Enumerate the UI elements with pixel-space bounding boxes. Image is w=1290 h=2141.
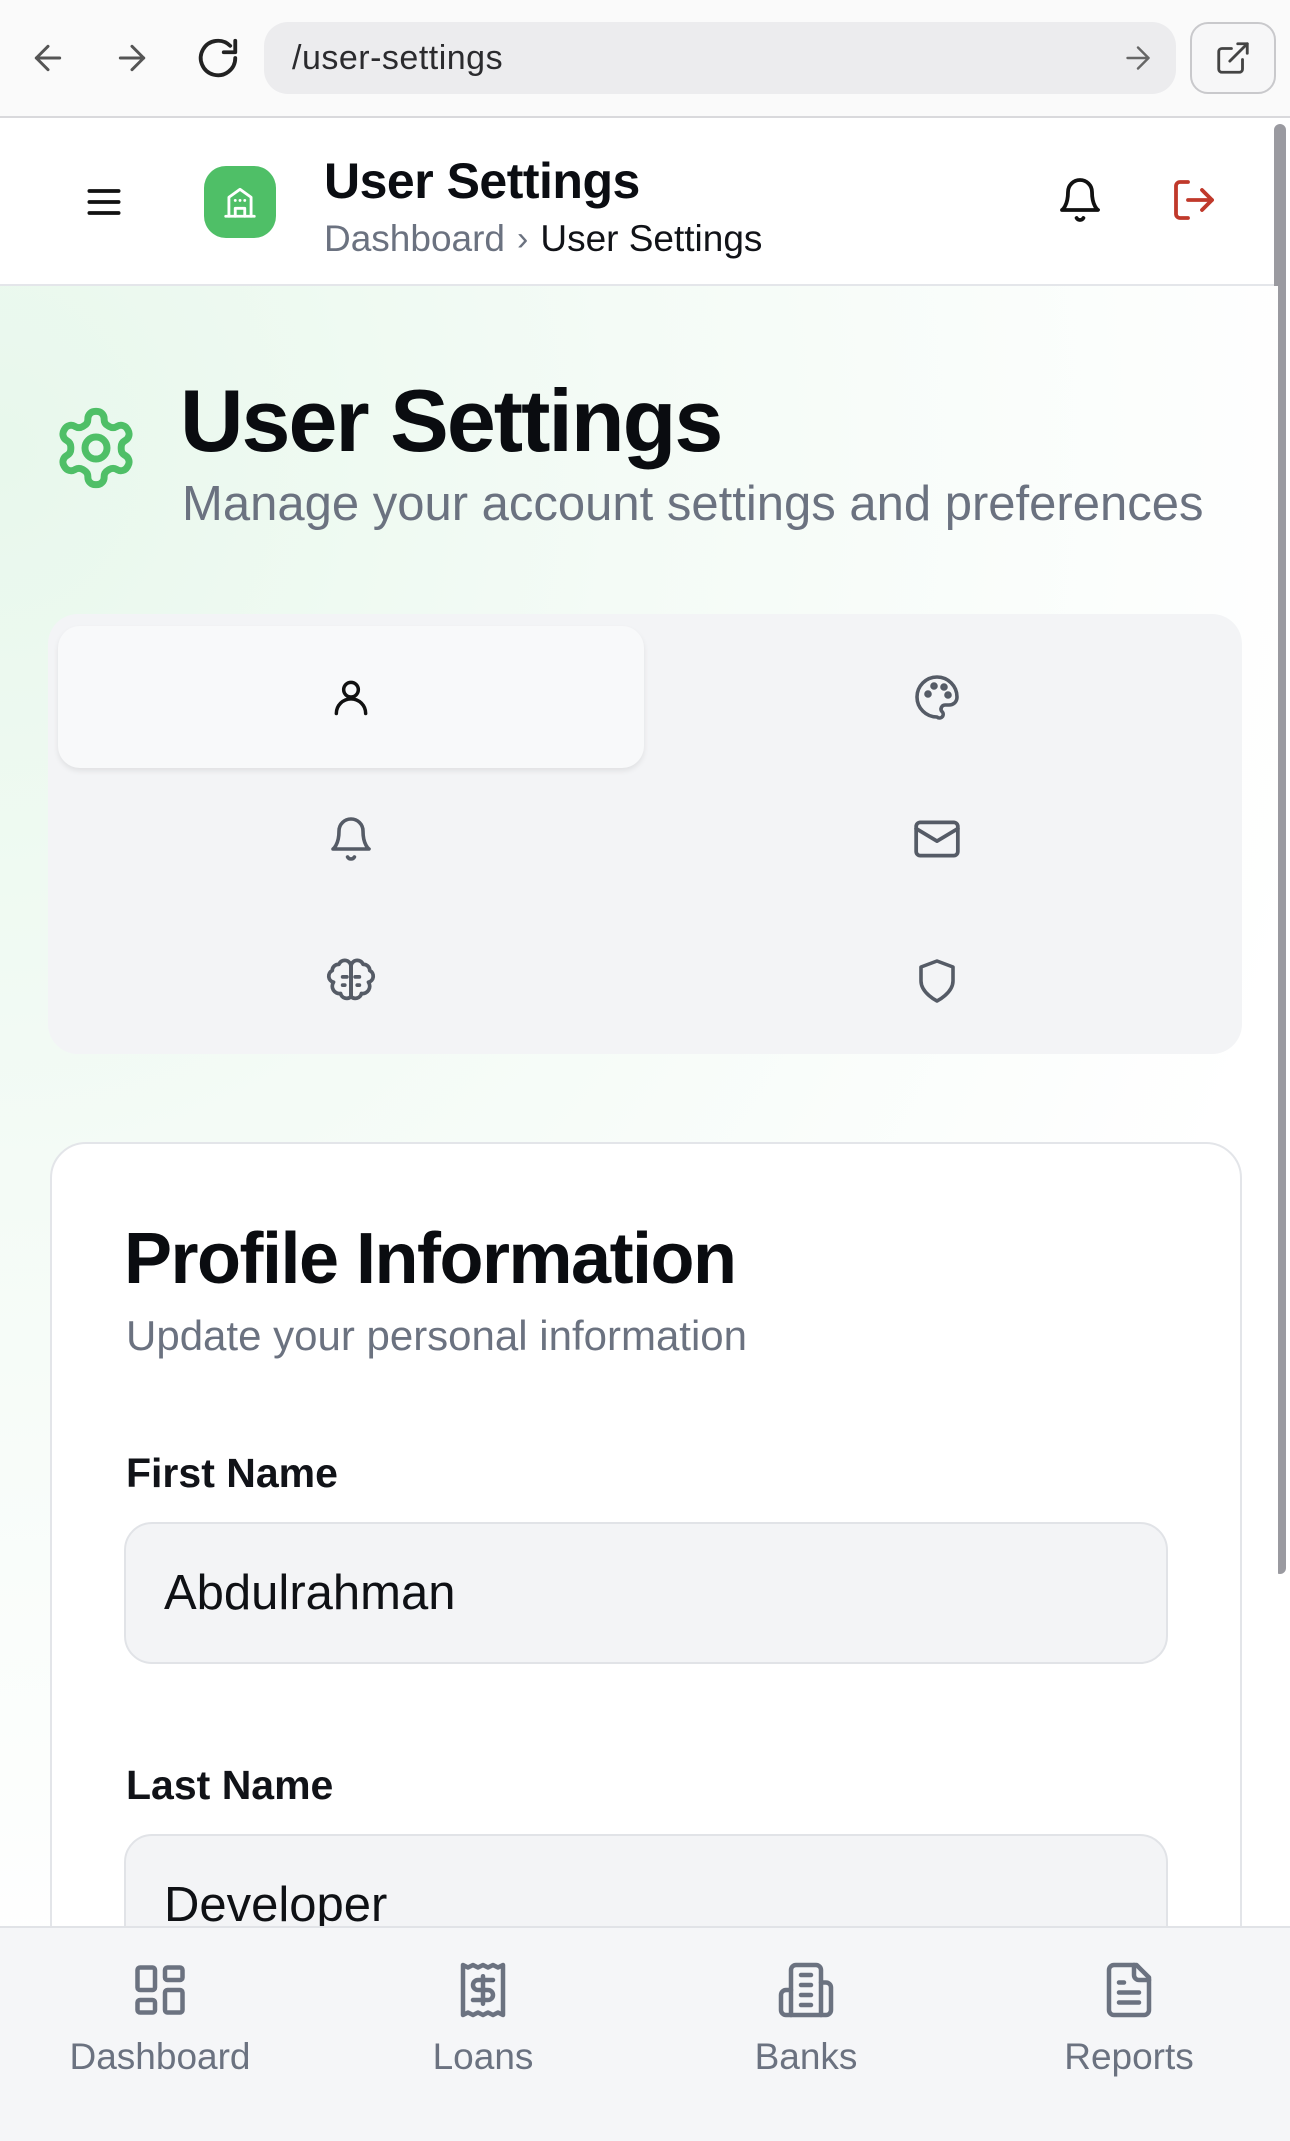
tab-security[interactable] [644, 910, 1230, 1052]
tab-email[interactable] [644, 768, 1230, 910]
nav-reports[interactable]: Reports [1009, 1960, 1249, 2110]
reload-button[interactable] [190, 30, 246, 86]
settings-tabs [48, 614, 1242, 1054]
tab-profile[interactable] [58, 626, 644, 768]
nav-loans-label: Loans [432, 2036, 534, 2077]
forward-button[interactable] [104, 30, 160, 86]
menu-button[interactable] [76, 174, 132, 230]
shield-icon [919, 959, 955, 1003]
nav-dashboard[interactable]: Dashboard [40, 1960, 280, 2110]
tab-appearance[interactable] [644, 626, 1230, 768]
nav-dashboard-label: Dashboard [69, 2036, 251, 2077]
breadcrumb-separator: › [517, 219, 529, 258]
receipt-dollar-icon [460, 1962, 506, 2018]
bottom-navigation: Dashboard Loans Banks Reports [0, 1926, 1290, 2141]
bell-icon [1060, 178, 1100, 222]
breadcrumb: Dashboard › User Settings [324, 218, 762, 260]
user-icon [334, 680, 368, 716]
notifications-button[interactable] [1050, 170, 1110, 230]
first-name-field[interactable] [124, 1522, 1168, 1664]
main-content: User Settings Manage your account settin… [0, 286, 1278, 1926]
nav-banks-label: Banks [754, 2036, 858, 2077]
palette-icon [915, 675, 959, 720]
nav-loans[interactable]: Loans [363, 1960, 603, 2110]
file-text-icon [1106, 1962, 1152, 2018]
back-button[interactable] [20, 30, 76, 86]
building-icon [224, 187, 256, 218]
brain-icon [326, 958, 376, 1001]
arrow-right-icon [118, 44, 146, 72]
mail-icon [914, 820, 960, 858]
app-logo[interactable] [204, 166, 276, 238]
open-external-button[interactable] [1190, 22, 1276, 94]
header-title: User Settings [324, 153, 640, 209]
hamburger-icon [87, 189, 121, 215]
gear-icon [59, 407, 133, 489]
browser-toolbar: /user-settings [0, 0, 1290, 118]
url-bar[interactable]: /user-settings [264, 22, 1176, 94]
app-header: User Settings Dashboard › User Settings [0, 118, 1278, 286]
external-link-icon [1217, 42, 1249, 74]
page-subtitle: Manage your account settings and prefere… [182, 477, 1204, 531]
breadcrumb-home-link[interactable]: Dashboard [324, 218, 505, 260]
last-name-label: Last Name [126, 1762, 334, 1808]
tab-notifications[interactable] [58, 768, 644, 910]
first-name-label: First Name [126, 1450, 338, 1496]
dashboard-icon [135, 1965, 185, 2015]
profile-card: Profile Information Update your personal… [50, 1142, 1242, 1926]
card-subtitle: Update your personal information [126, 1312, 748, 1359]
page-title: User Settings [180, 371, 723, 470]
go-arrow-icon[interactable] [1120, 40, 1156, 76]
logout-icon [1174, 180, 1214, 220]
card-title: Profile Information [124, 1219, 737, 1299]
arrow-left-icon [34, 44, 62, 72]
url-text: /user-settings [292, 38, 504, 77]
bank-icon [778, 1962, 834, 2018]
tab-ai[interactable] [58, 910, 644, 1052]
logout-button[interactable] [1164, 170, 1224, 230]
bell-icon [331, 817, 371, 861]
breadcrumb-current: User Settings [540, 218, 763, 259]
nav-banks[interactable]: Banks [686, 1960, 926, 2110]
last-name-field[interactable] [124, 1834, 1168, 1926]
reload-icon [198, 38, 238, 78]
nav-reports-label: Reports [1064, 2036, 1194, 2077]
